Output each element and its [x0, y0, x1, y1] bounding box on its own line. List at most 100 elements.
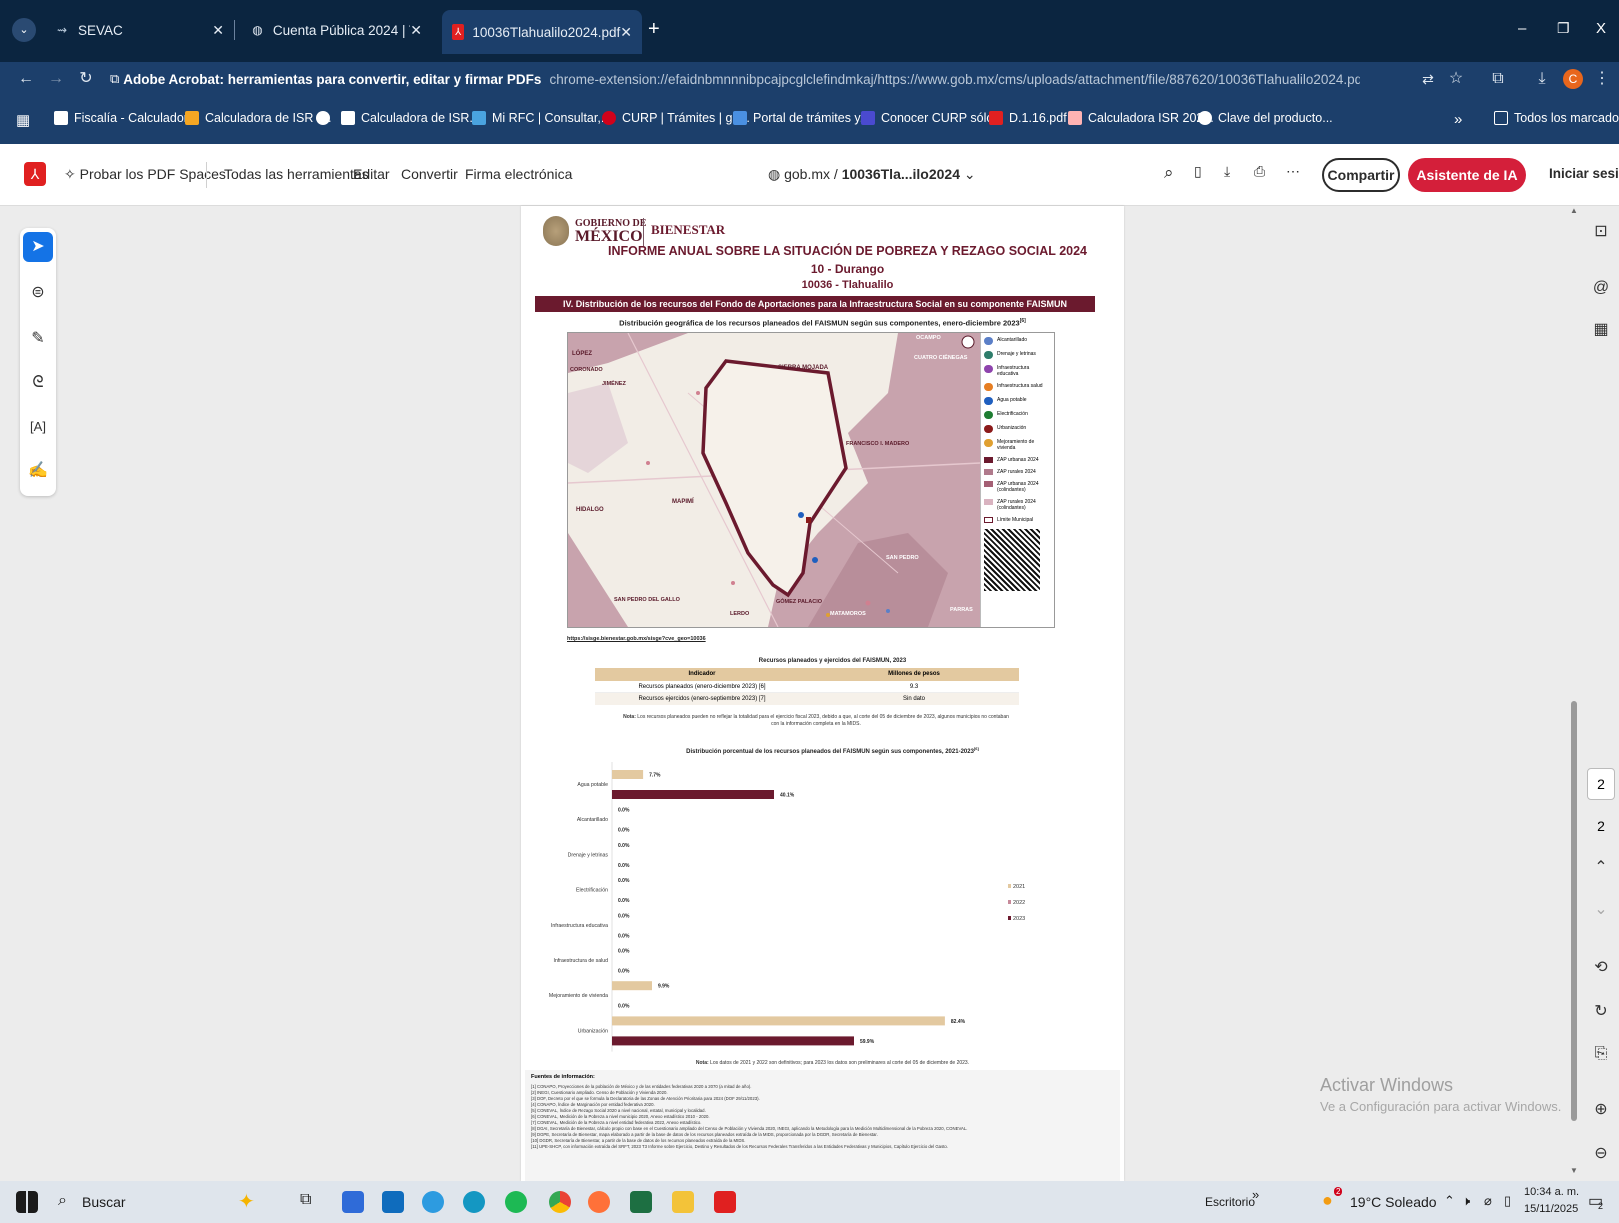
edge-icon[interactable]: [463, 1191, 485, 1213]
windows-start-icon[interactable]: [16, 1191, 38, 1213]
bookmark-item[interactable]: D.1.16.pdf: [989, 111, 1067, 125]
close-icon[interactable]: ✕: [212, 22, 224, 39]
thumbnails-grid-icon[interactable]: ▦: [1589, 318, 1613, 342]
internet-explorer-icon[interactable]: [422, 1191, 444, 1213]
bookmark-item[interactable]: Calculadora ISR 202...: [1068, 111, 1214, 125]
extensions-icon[interactable]: ⧉: [1488, 69, 1508, 89]
comments-icon[interactable]: @: [1589, 276, 1613, 300]
task-view-icon[interactable]: ⧉: [300, 1191, 311, 1209]
new-tab-button[interactable]: +: [648, 18, 660, 41]
refresh-icon[interactable]: ↻: [1589, 1000, 1613, 1024]
search-icon[interactable]: ⌕: [1164, 163, 1174, 183]
reload-icon[interactable]: ↻: [76, 69, 96, 89]
map-link[interactable]: https://sisge.bienestar.gob.mx/sisge?cve…: [567, 636, 706, 642]
page-down-chevron-icon[interactable]: ⌄: [1589, 898, 1613, 922]
forward-arrow-icon[interactable]: →: [46, 69, 66, 89]
desktop-toolbar-label[interactable]: Escritorio: [1205, 1195, 1255, 1209]
menu-all-tools[interactable]: Todas las herramientas: [224, 166, 369, 182]
sign-pen-icon[interactable]: ✍: [23, 456, 53, 486]
more-bookmarks-button[interactable]: »: [1454, 111, 1462, 128]
bookmark-item[interactable]: Mi RFC | Consultar,...: [472, 111, 611, 125]
file-explorer-icon[interactable]: [672, 1191, 694, 1213]
close-icon[interactable]: ✕: [410, 22, 422, 39]
tab-sevac[interactable]: ⇝ SEVAC ✕: [44, 12, 235, 48]
battery-icon[interactable]: ▯: [1504, 1193, 1511, 1209]
close-window-button[interactable]: X: [1596, 20, 1606, 37]
try-pdf-spaces-button[interactable]: ✧ Probar los PDF Spaces: [64, 166, 226, 183]
bookmark-item[interactable]: CURP | Trámites | go...: [602, 111, 750, 125]
share-button[interactable]: Compartir: [1322, 158, 1400, 192]
vertical-scrollbar[interactable]: ▲ ▼: [1568, 206, 1580, 1181]
spotify-icon[interactable]: [505, 1191, 527, 1213]
address-bar[interactable]: ⧉ Adobe Acrobat: herramientas para conve…: [110, 66, 1360, 92]
zoom-in-icon[interactable]: ⊕: [1589, 1098, 1613, 1122]
page-up-chevron-icon[interactable]: ⌃: [1589, 856, 1613, 880]
bookmark-star-icon[interactable]: ☆: [1446, 69, 1466, 89]
copilot-sparkle-icon[interactable]: ✦: [238, 1189, 255, 1214]
legend-swatch: [984, 457, 993, 463]
print-icon[interactable]: ⎙: [1254, 163, 1265, 180]
toolbar-expand-chevron[interactable]: »: [1252, 1187, 1259, 1202]
vivienda-point: [646, 461, 650, 465]
chart-bar-2021: [612, 1016, 945, 1026]
tray-chevron-up-icon[interactable]: ⌃: [1444, 1193, 1455, 1209]
menu-convert[interactable]: Convertir: [401, 166, 458, 182]
profile-avatar[interactable]: C: [1563, 69, 1583, 89]
pdf-app-icon[interactable]: [714, 1191, 736, 1213]
menu-edit[interactable]: Editar: [353, 166, 390, 182]
scroll-up-arrow-icon[interactable]: ▲: [1568, 206, 1580, 215]
select-cursor-icon[interactable]: ➤: [23, 232, 53, 262]
search-icon[interactable]: ⌕: [58, 1192, 67, 1210]
rotate-page-icon[interactable]: ⟲: [1589, 956, 1613, 980]
bookmark-item[interactable]: Fiscalía - Calculador...: [54, 111, 198, 125]
scrollbar-thumb[interactable]: [1571, 701, 1577, 1121]
chrome-icon[interactable]: [549, 1191, 571, 1213]
tab-pdf-active[interactable]: ⅄ 10036Tlahualilo2024.pdf ✕: [442, 10, 642, 54]
zoom-out-icon[interactable]: ⊖: [1589, 1142, 1613, 1166]
bookmark-item[interactable]: Portal de trámites y...: [733, 111, 870, 125]
menu-kebab-icon[interactable]: ⋮: [1592, 69, 1612, 89]
clock-time[interactable]: 10:34 a. m.: [1524, 1186, 1579, 1198]
bookmark-item[interactable]: Conocer CURP sólo...: [861, 111, 1004, 125]
excel-icon[interactable]: [630, 1191, 652, 1213]
minimize-button[interactable]: –: [1518, 20, 1526, 37]
tab-cuenta-publica[interactable]: ◍ Cuenta Pública 2024 | Tlahualilo ✕: [240, 12, 432, 48]
firefox-icon[interactable]: [588, 1191, 610, 1213]
more-options-icon[interactable]: ⋯: [1286, 163, 1300, 180]
scroll-down-arrow-icon[interactable]: ▼: [1568, 1166, 1580, 1175]
apps-grid-icon[interactable]: ▦: [16, 111, 30, 129]
page-layout-icon[interactable]: ▯: [1194, 163, 1202, 180]
page-number-box[interactable]: 2: [1587, 768, 1615, 800]
outlook-icon[interactable]: [382, 1191, 404, 1213]
document-title-dropdown[interactable]: ◍ gob.mx / 10036Tla...ilo2024 ⌄: [768, 166, 976, 183]
volume-muted-icon[interactable]: 🕨: [1462, 1193, 1470, 1209]
weather-widget[interactable]: 19°C Soleado: [1350, 1194, 1437, 1210]
download-icon[interactable]: ⤓: [1224, 163, 1230, 180]
network-icon[interactable]: ⌀: [1484, 1193, 1492, 1209]
download-icon[interactable]: ⤓: [1532, 69, 1552, 89]
sign-in-link[interactable]: Iniciar sesión: [1549, 166, 1619, 181]
restore-button[interactable]: ❐: [1557, 20, 1570, 37]
draw-lasso-icon[interactable]: ᘓ: [23, 368, 53, 398]
export-page-icon[interactable]: ⎘: [1589, 1042, 1613, 1066]
acrobat-logo-icon[interactable]: ⅄: [24, 162, 46, 186]
bookmark-item[interactable]: [316, 111, 336, 125]
back-arrow-icon[interactable]: ←: [16, 69, 36, 89]
ai-assistant-button[interactable]: Asistente de IA: [1408, 158, 1526, 192]
store-icon[interactable]: [342, 1191, 364, 1213]
bookmark-item[interactable]: Calculadora de ISR -...: [185, 111, 331, 125]
comment-icon[interactable]: ⊜: [23, 278, 53, 308]
bookmark-favicon-icon: [472, 111, 486, 125]
all-bookmarks-folder[interactable]: Todos los marcadores: [1494, 111, 1619, 125]
clock-date[interactable]: 15/11/2025: [1524, 1203, 1578, 1215]
highlight-pen-icon[interactable]: ✎: [23, 324, 53, 354]
bookmark-item[interactable]: Calculadora de ISR...: [341, 111, 480, 125]
menu-e-sign[interactable]: Firma electrónica: [465, 166, 572, 182]
close-icon[interactable]: ✕: [620, 24, 632, 41]
taskbar-search[interactable]: Buscar: [82, 1194, 126, 1210]
text-box-icon[interactable]: [A]: [23, 412, 53, 442]
tab-search-button[interactable]: ⌄: [12, 18, 36, 42]
ai-summary-icon[interactable]: ⊡: [1589, 220, 1613, 244]
translate-icon[interactable]: ⇄: [1418, 69, 1438, 89]
bookmark-item[interactable]: Clave del producto...: [1198, 111, 1333, 125]
